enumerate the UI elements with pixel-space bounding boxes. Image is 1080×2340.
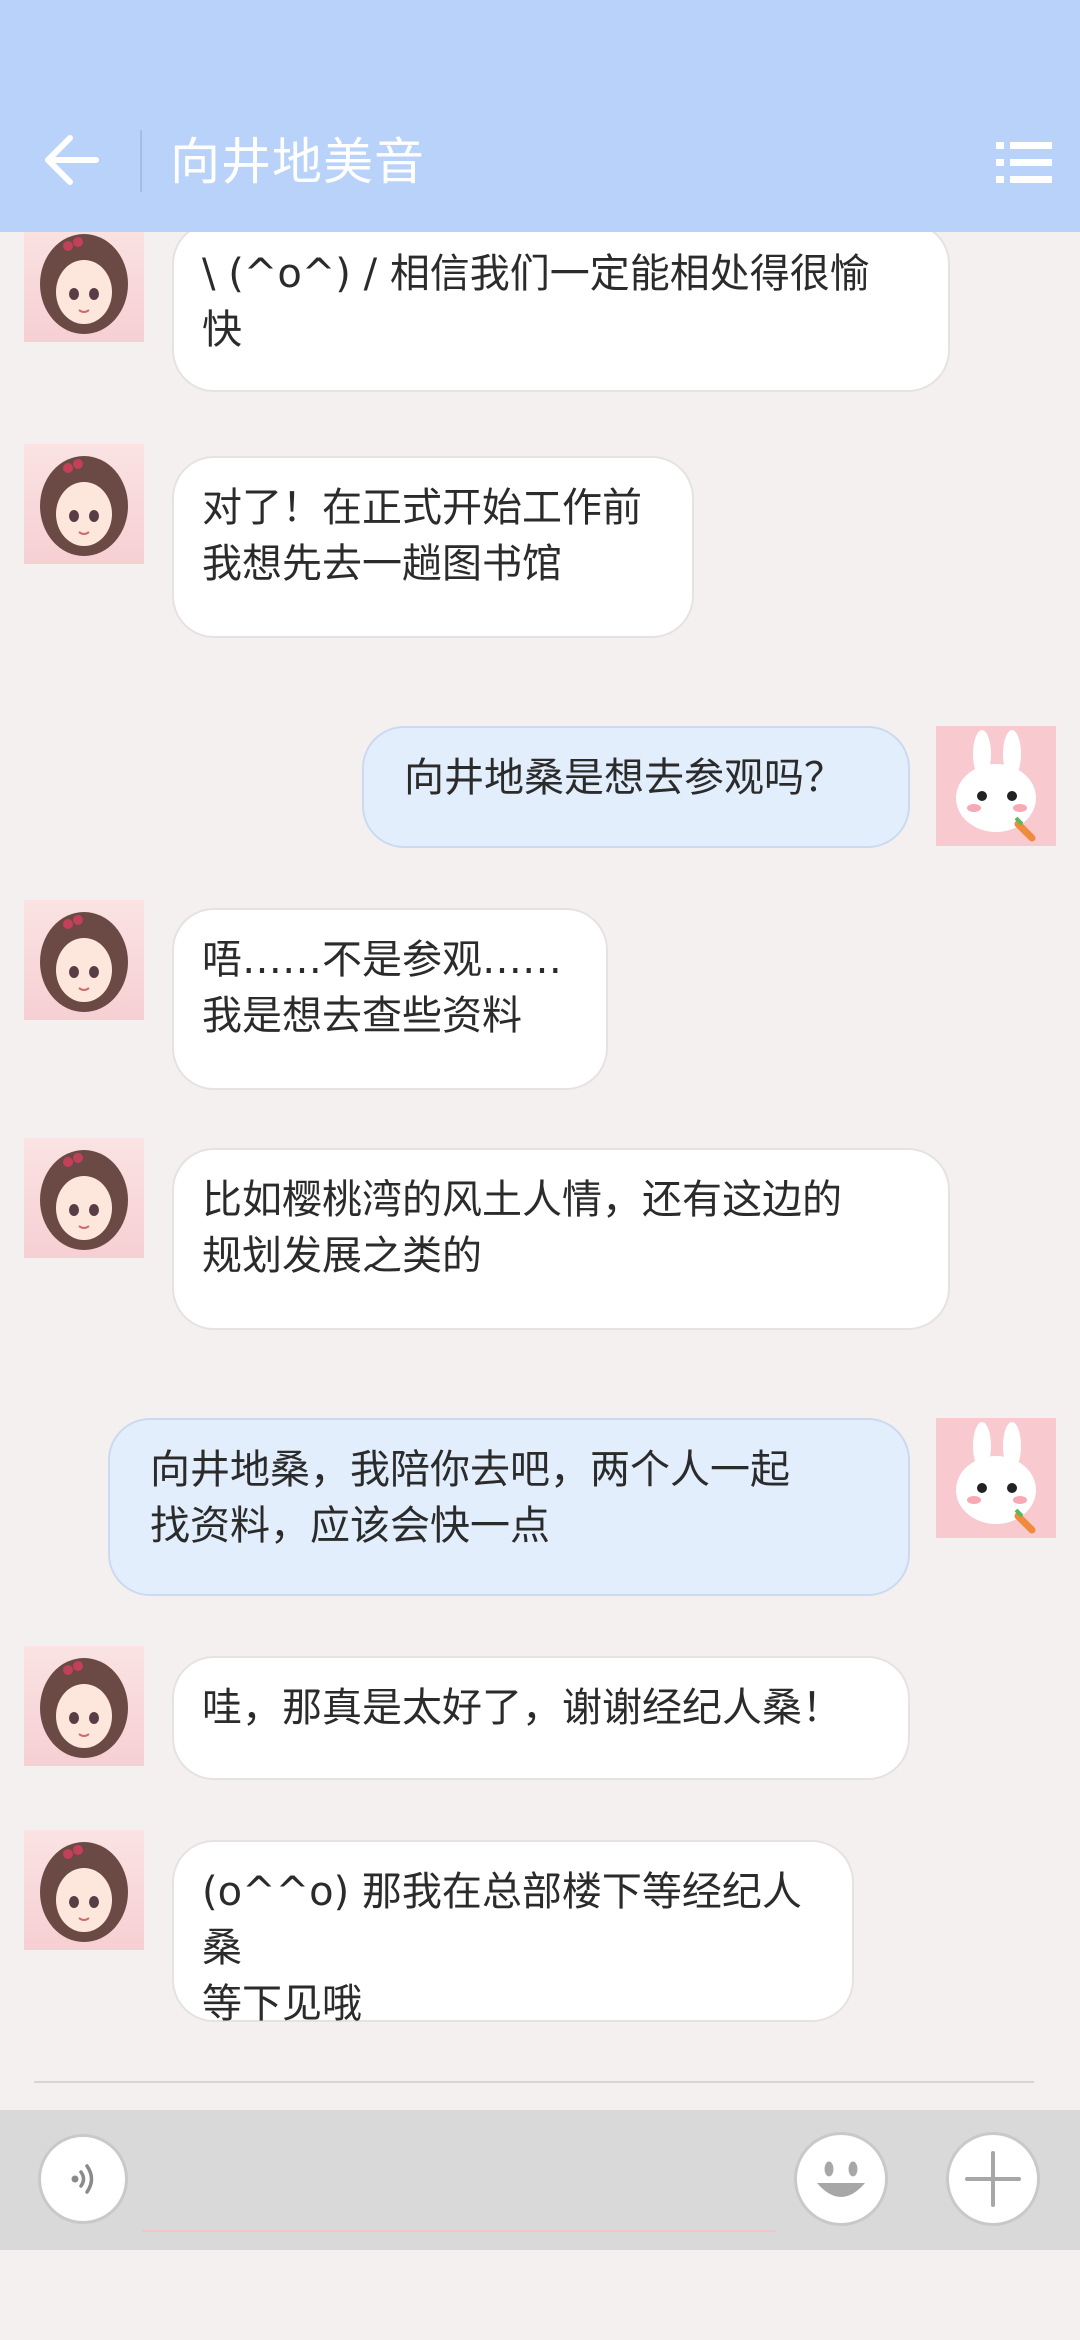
message-bubble: 比如樱桃湾的风土人情，还有这边的 规划发展之类的	[172, 1148, 950, 1330]
voice-button[interactable]	[38, 2134, 128, 2224]
list-icon	[996, 142, 1052, 183]
chat-title: 向井地美音	[170, 133, 425, 191]
emoji-icon	[817, 2161, 865, 2197]
plus-button[interactable]	[946, 2132, 1040, 2226]
message-bubble: 对了！在正式开始工作前 我想先去一趟图书馆	[172, 456, 694, 638]
girl-avatar[interactable]	[24, 1830, 144, 1950]
girl-avatar[interactable]	[24, 232, 144, 342]
message-bubble: \ (^o^) / 相信我们一定能相处得很愉 快	[172, 232, 950, 392]
bottom-area	[0, 2250, 1080, 2340]
plus-icon	[965, 2151, 1021, 2207]
message-bubble: 向井地桑，我陪你去吧，两个人一起 找资料，应该会快一点	[108, 1418, 910, 1596]
message-bubble: 唔……不是参观…… 我是想去查些资料	[172, 908, 608, 1090]
back-button[interactable]	[40, 132, 104, 188]
header-divider	[140, 130, 142, 192]
girl-avatar[interactable]	[24, 1138, 144, 1258]
composer-divider	[34, 2081, 1034, 2083]
voice-icon	[71, 2164, 94, 2194]
menu-button[interactable]	[996, 140, 1052, 186]
girl-avatar[interactable]	[24, 444, 144, 564]
bunny-avatar[interactable]	[936, 1418, 1056, 1538]
emoji-button[interactable]	[794, 2132, 888, 2226]
bunny-avatar[interactable]	[936, 726, 1056, 846]
girl-avatar[interactable]	[24, 900, 144, 1020]
message-bubble: (o^^o) 那我在总部楼下等经纪人桑 等下见哦	[172, 1840, 854, 2027]
message-list[interactable]: \ (^o^) / 相信我们一定能相处得很愉 快 对了！在正式开始工作前 我想先…	[0, 232, 1080, 2110]
composer-bar	[0, 2110, 1080, 2250]
arrow-left-icon	[45, 135, 99, 185]
message-bubble: 向井地桑是想去参观吗？	[362, 726, 910, 848]
message-input[interactable]	[142, 2128, 776, 2232]
message-bubble: 哇，那真是太好了，谢谢经纪人桑！	[172, 1656, 910, 1780]
girl-avatar[interactable]	[24, 1646, 144, 1766]
chat-header: 向井地美音	[0, 0, 1080, 232]
